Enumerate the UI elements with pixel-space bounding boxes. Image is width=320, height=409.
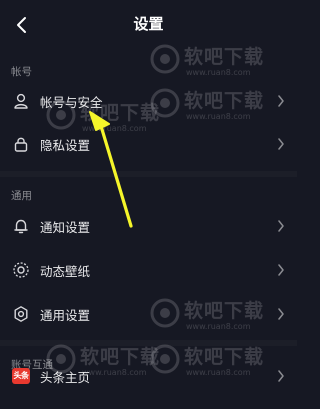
section-header-general: 通用 (11, 190, 32, 202)
toutiao-logo-icon: 头条 (12, 368, 30, 384)
settings-row-notifications[interactable]: 通知设置 (0, 206, 297, 246)
settings-row-privacy[interactable]: 隐私设置 (0, 124, 297, 164)
chevron-right-icon (278, 264, 284, 276)
settings-row-account-security[interactable]: 帐号与安全 (0, 81, 297, 121)
settings-row-label: 头条主页 (40, 370, 91, 385)
settings-row-label: 动态壁纸 (40, 264, 91, 279)
section-divider (0, 340, 297, 346)
live-wallpaper-icon (13, 262, 29, 278)
settings-row-toutiao-homepage[interactable]: 头条 头条主页 (0, 357, 297, 397)
section-divider (0, 171, 297, 177)
settings-row-label: 帐号与安全 (40, 95, 103, 110)
chevron-right-icon (278, 95, 284, 107)
chevron-right-icon (278, 370, 284, 382)
chevron-right-icon (278, 308, 284, 320)
page-title: 设置 (133, 15, 164, 33)
lock-icon (14, 137, 28, 152)
person-icon (14, 93, 28, 109)
watermark-url: www.ruan8.com (186, 68, 251, 77)
settings-row-label: 隐私设置 (40, 138, 91, 153)
settings-row-live-wallpaper[interactable]: 动态壁纸 (0, 250, 297, 290)
gear-icon (14, 306, 28, 322)
settings-row-general[interactable]: 通用设置 (0, 294, 297, 334)
annotation-arrow (89, 111, 133, 228)
settings-row-label: 通用设置 (40, 308, 91, 323)
bell-icon (14, 219, 28, 234)
chevron-right-icon (278, 220, 284, 232)
chevron-right-icon (278, 138, 284, 150)
settings-row-label: 通知设置 (40, 220, 91, 235)
section-header-account: 帐号 (11, 66, 32, 78)
top-bar: 设置 (0, 0, 297, 50)
